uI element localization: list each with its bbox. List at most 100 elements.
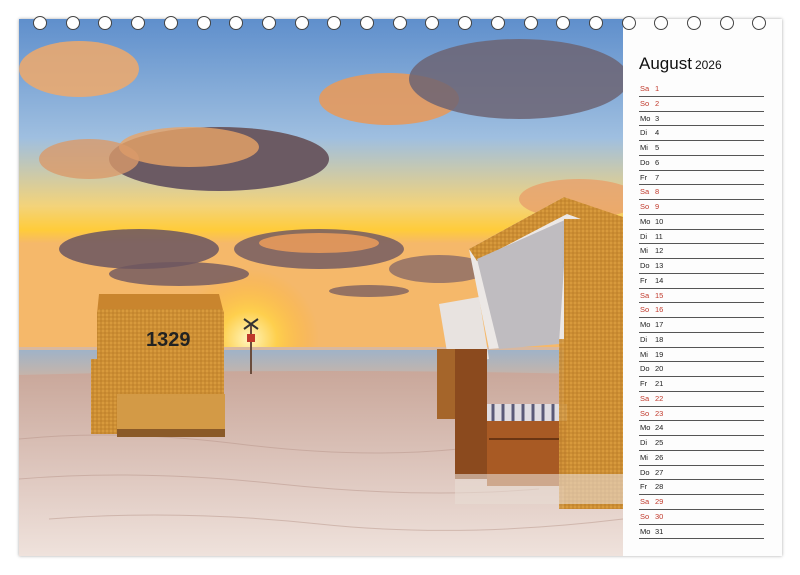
weekday-abbr: So bbox=[640, 202, 650, 211]
beach-chair-left: 1329 bbox=[91, 294, 225, 437]
weekday-abbr: Di bbox=[640, 438, 648, 447]
day-number: 24 bbox=[655, 423, 664, 433]
day-number: 27 bbox=[655, 467, 664, 477]
weekday-abbr: Mo bbox=[640, 526, 651, 536]
day-number: 13 bbox=[655, 261, 664, 270]
day-row: Do 6 bbox=[639, 156, 764, 171]
day-number: 21 bbox=[655, 379, 664, 388]
binding-ring bbox=[98, 16, 113, 30]
weekday-abbr: Mo bbox=[640, 113, 651, 123]
day-number: 31 bbox=[655, 526, 664, 536]
day-row: Do 13 bbox=[639, 259, 764, 274]
day-row: Di 4 bbox=[639, 126, 764, 141]
day-number: 4 bbox=[655, 128, 660, 138]
day-row: Mi 5 bbox=[639, 141, 764, 156]
binding-ring bbox=[196, 16, 211, 30]
spiral-binding bbox=[0, 16, 800, 32]
day-number: 8 bbox=[655, 187, 660, 197]
day-row: Mo 10 bbox=[639, 215, 764, 230]
binding-ring bbox=[621, 16, 636, 30]
month-year: 2026 bbox=[694, 58, 722, 72]
day-number: 9 bbox=[655, 202, 660, 211]
day-row: Sa 15 bbox=[639, 289, 764, 304]
day-row: Sa 8 bbox=[639, 185, 764, 200]
weekday-abbr: So bbox=[640, 408, 650, 418]
day-row: Fr 28 bbox=[639, 480, 764, 495]
day-row: Mi 12 bbox=[639, 244, 764, 259]
day-number: 20 bbox=[655, 364, 664, 374]
day-row: So 30 bbox=[639, 510, 764, 525]
binding-ring bbox=[523, 16, 538, 30]
weekday-abbr: Mi bbox=[640, 246, 648, 256]
weekday-abbr: Do bbox=[640, 261, 650, 270]
weekday-abbr: So bbox=[640, 511, 650, 521]
binding-ring bbox=[719, 16, 734, 30]
weekday-abbr: Fr bbox=[640, 172, 648, 182]
day-row: Mo 3 bbox=[639, 112, 764, 127]
binding-ring bbox=[392, 16, 407, 30]
weekday-abbr: Sa bbox=[640, 187, 650, 197]
weekday-abbr: Mo bbox=[640, 320, 651, 329]
day-row: Mo 31 bbox=[639, 525, 764, 540]
binding-ring bbox=[588, 16, 603, 30]
weekday-abbr: Fr bbox=[640, 482, 648, 492]
day-number: 10 bbox=[655, 216, 664, 226]
binding-ring bbox=[131, 16, 146, 30]
weekday-abbr: Sa bbox=[640, 393, 650, 403]
day-number: 7 bbox=[655, 172, 660, 182]
day-number: 23 bbox=[655, 408, 664, 418]
weekday-abbr: So bbox=[640, 98, 650, 108]
day-row: Fr 21 bbox=[639, 377, 764, 392]
binding-ring bbox=[654, 16, 669, 30]
day-number: 28 bbox=[655, 482, 664, 492]
day-row: Di 25 bbox=[639, 436, 764, 451]
day-number: 22 bbox=[655, 393, 664, 403]
weekday-abbr: Fr bbox=[640, 275, 648, 285]
binding-ring bbox=[327, 16, 342, 30]
binding-ring bbox=[163, 16, 178, 30]
weekday-abbr: Sa bbox=[640, 290, 650, 300]
day-number: 1 bbox=[655, 84, 660, 93]
day-number: 5 bbox=[655, 143, 660, 152]
weekday-abbr: Di bbox=[640, 334, 648, 344]
weekday-abbr: Do bbox=[640, 157, 650, 167]
binding-ring bbox=[360, 16, 374, 30]
day-number: 17 bbox=[655, 320, 664, 329]
binding-ring bbox=[425, 16, 440, 30]
binding-ring bbox=[229, 16, 244, 30]
day-number: 12 bbox=[655, 246, 664, 256]
day-row: Mi 26 bbox=[639, 451, 764, 466]
binding-ring bbox=[294, 16, 309, 30]
binding-ring bbox=[458, 16, 473, 30]
day-row: Sa 29 bbox=[639, 495, 764, 510]
day-list: Sa 1 So 2 Mo 3 Di 4 Mi 5 Do 6 Fr 7 Sa 8 So 9 Mo 10 Di 11 Mi 12 D… bbox=[639, 82, 764, 540]
weekday-abbr: So bbox=[640, 305, 650, 315]
day-row: Mo 17 bbox=[639, 318, 764, 333]
day-row: So 9 bbox=[639, 200, 764, 215]
day-row: Do 27 bbox=[639, 466, 764, 481]
day-row: So 16 bbox=[639, 303, 764, 318]
weekday-abbr: Sa bbox=[640, 84, 650, 93]
weekday-abbr: Mi bbox=[640, 452, 648, 462]
day-row: Sa 22 bbox=[639, 392, 764, 407]
day-number: 25 bbox=[655, 438, 664, 447]
day-row: Mo 24 bbox=[639, 421, 764, 436]
weekday-abbr: Mo bbox=[640, 423, 651, 433]
day-row: So 2 bbox=[639, 97, 764, 112]
day-number: 11 bbox=[655, 231, 663, 241]
binding-ring bbox=[261, 16, 276, 30]
day-number: 29 bbox=[655, 497, 664, 506]
weekday-abbr: Mi bbox=[640, 349, 648, 359]
chair-number: 1329 bbox=[146, 329, 191, 351]
date-column: August 2026 Sa 1 So 2 Mo 3 Di 4 Mi 5 Do 6 Fr 7 Sa 8 So 9 Mo… bbox=[623, 19, 782, 556]
beach-scene: 1329 bbox=[19, 19, 623, 556]
day-number: 15 bbox=[655, 290, 664, 300]
day-number: 16 bbox=[655, 305, 664, 315]
binding-ring bbox=[65, 16, 80, 30]
day-row: Mi 19 bbox=[639, 348, 764, 363]
day-number: 30 bbox=[655, 511, 664, 521]
day-number: 18 bbox=[655, 334, 664, 344]
month-name: August bbox=[639, 54, 692, 73]
day-number: 19 bbox=[655, 349, 664, 359]
day-row: Di 18 bbox=[639, 333, 764, 348]
